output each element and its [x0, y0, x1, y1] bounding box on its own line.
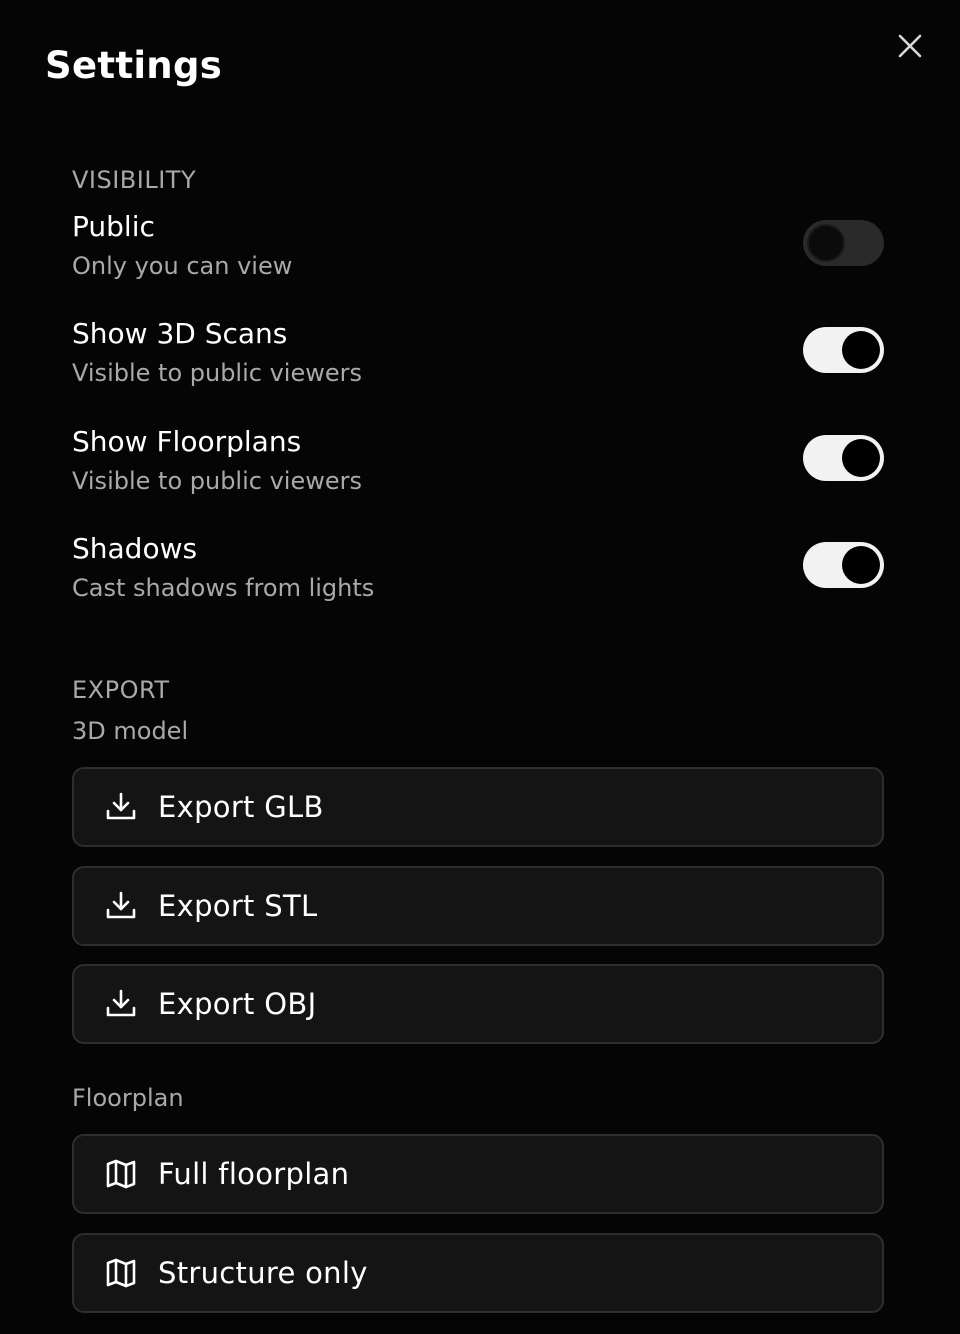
download-icon [104, 889, 138, 923]
setting-description: Visible to public viewers [72, 359, 362, 387]
setting-row-show-3d-scans: Show 3D Scans Visible to public viewers [72, 317, 884, 397]
setting-row-public: Public Only you can view [72, 210, 884, 290]
setting-title: Public [72, 210, 155, 243]
show-3d-scans-toggle[interactable] [803, 327, 884, 373]
toggle-knob [842, 439, 880, 477]
shadows-toggle[interactable] [803, 542, 884, 588]
export-glb-button[interactable]: Export GLB [72, 767, 884, 847]
full-floorplan-button[interactable]: Full floorplan [72, 1134, 884, 1214]
setting-title: Shadows [72, 532, 198, 565]
setting-row-shadows: Shadows Cast shadows from lights [72, 532, 884, 612]
setting-description: Only you can view [72, 252, 293, 280]
visibility-section-label: VISIBILITY [72, 166, 197, 194]
map-icon [104, 1256, 138, 1290]
button-label: Full floorplan [158, 1157, 350, 1191]
toggle-knob [807, 224, 845, 262]
download-icon [104, 987, 138, 1021]
setting-title: Show Floorplans [72, 425, 302, 458]
button-label: Export GLB [158, 790, 324, 824]
close-icon [898, 34, 922, 58]
toggle-knob [842, 331, 880, 369]
map-icon [104, 1157, 138, 1191]
setting-description: Visible to public viewers [72, 467, 362, 495]
export-obj-button[interactable]: Export OBJ [72, 964, 884, 1044]
settings-panel: Settings VISIBILITY Public Only you can … [0, 0, 960, 1334]
3d-model-label: 3D model [72, 717, 189, 745]
close-button[interactable] [893, 29, 927, 63]
public-toggle[interactable] [803, 220, 884, 266]
setting-title: Show 3D Scans [72, 317, 288, 350]
structure-only-button[interactable]: Structure only [72, 1233, 884, 1313]
toggle-knob [842, 546, 880, 584]
setting-row-show-floorplans: Show Floorplans Visible to public viewer… [72, 425, 884, 505]
export-section-label: EXPORT [72, 676, 170, 704]
page-title: Settings [45, 44, 223, 87]
button-label: Structure only [158, 1256, 368, 1290]
button-label: Export OBJ [158, 987, 317, 1021]
floorplan-label: Floorplan [72, 1084, 184, 1112]
setting-description: Cast shadows from lights [72, 574, 375, 602]
export-stl-button[interactable]: Export STL [72, 866, 884, 946]
show-floorplans-toggle[interactable] [803, 435, 884, 481]
download-icon [104, 790, 138, 824]
button-label: Export STL [158, 889, 318, 923]
